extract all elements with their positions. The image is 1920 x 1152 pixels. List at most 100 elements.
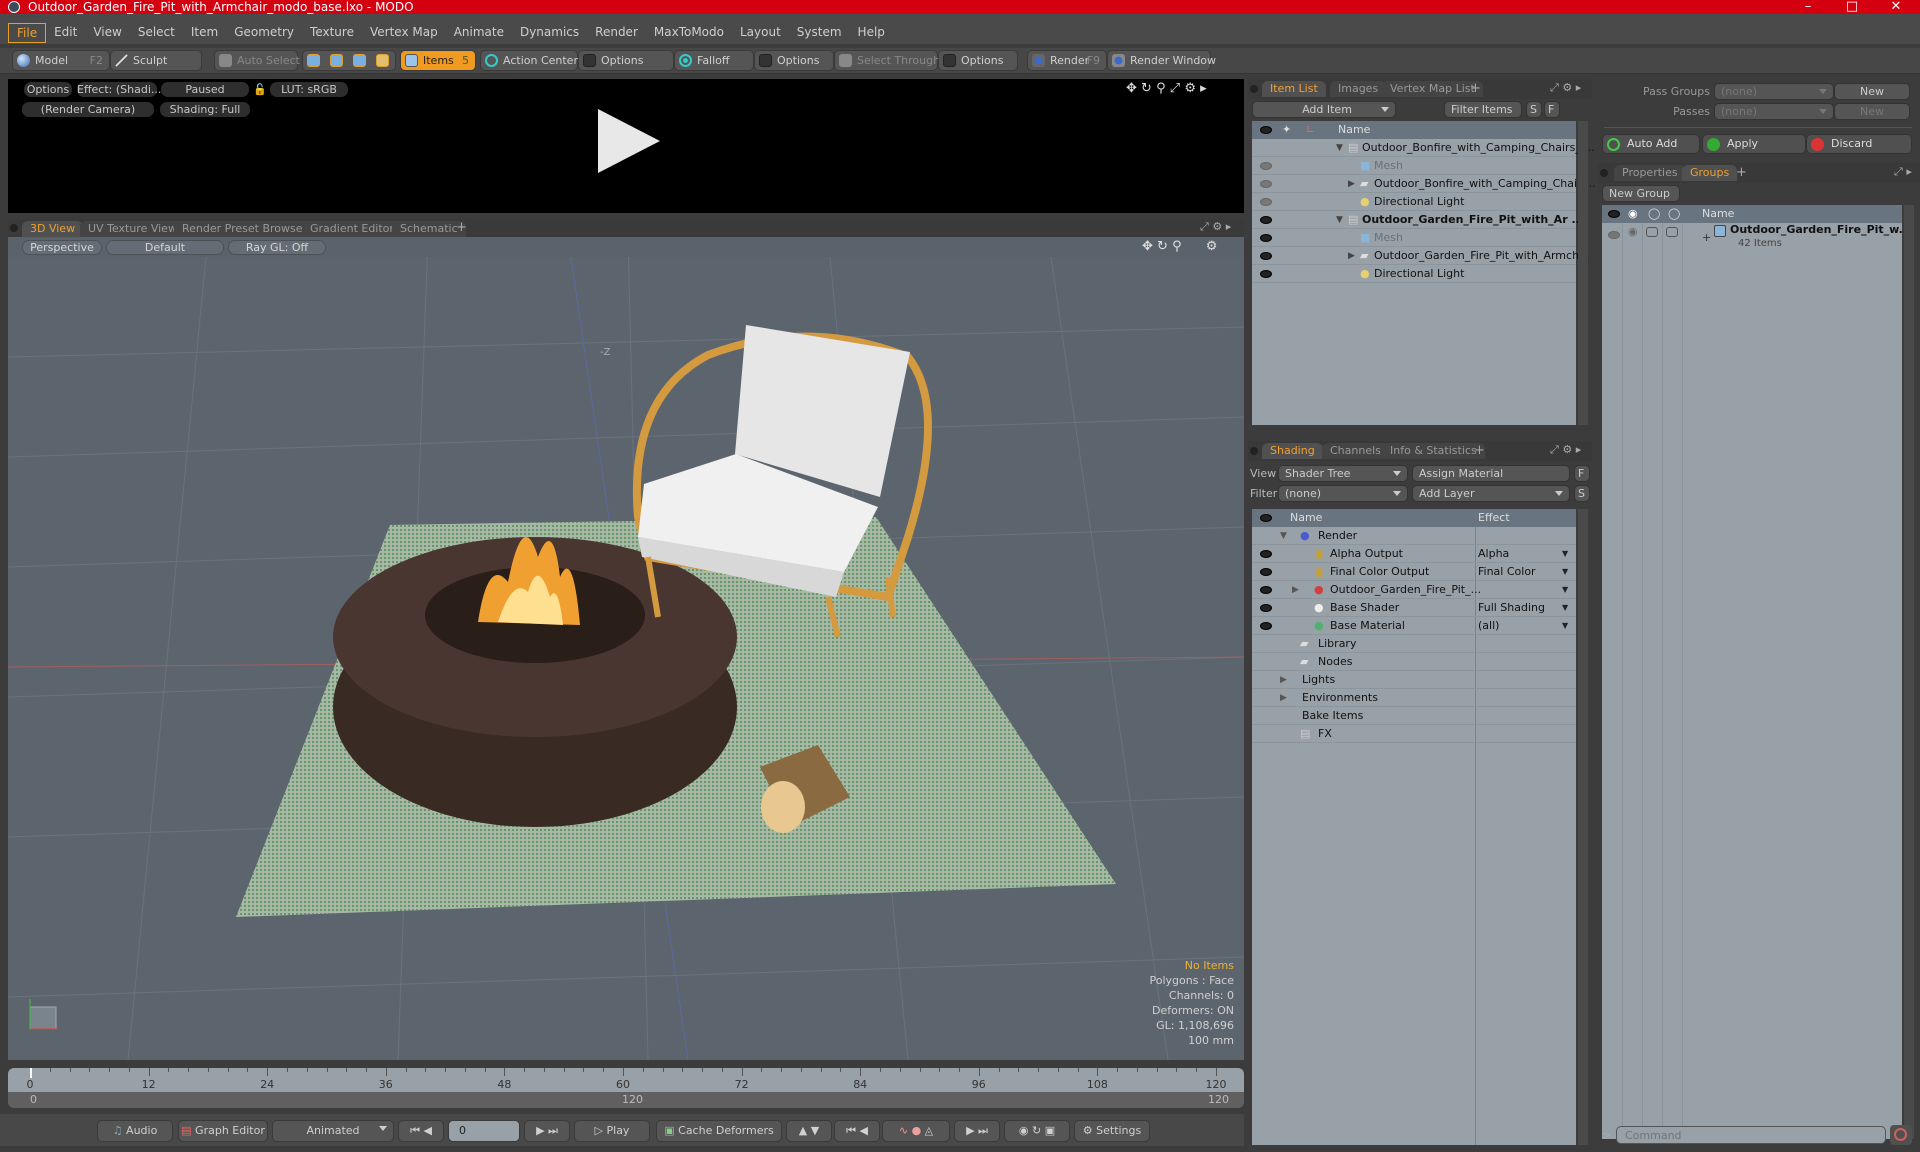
visibility-icon[interactable] <box>1260 162 1272 170</box>
item-list-s-button[interactable]: S <box>1526 101 1542 118</box>
shader-tree-row[interactable]: ▰ Nodes <box>1252 653 1576 671</box>
maximize-button[interactable]: □ <box>1832 0 1872 14</box>
effect-dropdown[interactable]: Full Shading <box>1478 599 1545 617</box>
next-key-icon[interactable]: ▶ <box>536 1124 544 1137</box>
skip-to-end-icon[interactable]: ⏭ <box>548 1124 558 1137</box>
visibility-icon[interactable] <box>1260 198 1272 206</box>
apply-button[interactable]: Apply <box>1702 134 1806 154</box>
lock-column-icon[interactable]: ✦ <box>1282 121 1291 139</box>
polygons-mode-icon[interactable] <box>353 54 366 67</box>
preview-effect-dropdown[interactable]: Effect: (Shadi... <box>77 82 161 97</box>
shader-tree-row[interactable]: ▶ Environments <box>1252 689 1576 707</box>
visibility-icon[interactable] <box>1260 252 1272 260</box>
shader-tree-row[interactable]: ▰ Library <box>1252 635 1576 653</box>
tab-gradient-editor[interactable]: Gradient Editor <box>302 221 402 237</box>
menu-vertex-map[interactable]: Vertex Map <box>362 23 446 43</box>
menu-file[interactable]: File <box>8 23 47 43</box>
shading-dropdown[interactable]: Shading: Full <box>160 102 250 117</box>
new-pass-button[interactable]: New <box>1834 103 1910 120</box>
projection-dropdown[interactable]: Perspective <box>22 240 102 255</box>
materials-mode-icon[interactable] <box>376 54 389 67</box>
axis-column-icon[interactable]: ∟ <box>1306 121 1315 139</box>
visibility-icon[interactable] <box>1260 514 1272 522</box>
visibility-icon[interactable] <box>1260 180 1272 188</box>
menu-maxtomodo[interactable]: MaxToModo <box>646 23 732 43</box>
menu-texture[interactable]: Texture <box>302 23 362 43</box>
menu-edit[interactable]: Edit <box>46 23 85 43</box>
effect-column-header[interactable]: Effect <box>1478 509 1510 527</box>
sculpt-mode-button[interactable]: Sculpt <box>110 50 202 71</box>
shader-tree-row[interactable]: ▣ Final Color Output Final Color ▼ <box>1252 563 1576 581</box>
tab-channels[interactable]: Channels <box>1322 443 1389 459</box>
menu-dynamics[interactable]: Dynamics <box>512 23 587 43</box>
item-list-scrollbar[interactable] <box>1578 121 1588 425</box>
expand-arrow-icon[interactable]: ▶ <box>1280 689 1287 707</box>
play-preview-icon[interactable] <box>598 109 660 173</box>
lock-icon[interactable]: 🔓 <box>253 82 267 97</box>
effect-dropdown[interactable]: (all) <box>1478 617 1499 635</box>
graph-editor-button[interactable]: ▤ Graph Editor <box>178 1120 268 1142</box>
next-key-frame-icon[interactable]: ▶ <box>966 1124 974 1137</box>
action-center-options-button[interactable]: Options <box>578 50 674 71</box>
select-through-button[interactable]: Select Through <box>834 50 940 71</box>
shading-f-button[interactable]: F <box>1574 465 1590 482</box>
visibility-icon[interactable] <box>1260 568 1272 576</box>
preview-status-button[interactable]: Paused <box>161 82 249 97</box>
command-history-button[interactable] <box>1890 1125 1912 1145</box>
item-list-row[interactable]: ▼ ▤ Outdoor_Bonfire_with_Camping_Chairs_ .… <box>1252 139 1595 157</box>
render-column-icon[interactable]: ◉ <box>1628 205 1638 223</box>
tab-uv-texture-view[interactable]: UV Texture View <box>80 221 185 237</box>
expand-arrow-icon[interactable]: ▶ <box>1348 247 1355 265</box>
select-toggle[interactable] <box>1666 227 1678 237</box>
pass-groups-dropdown[interactable]: (none) <box>1714 83 1834 100</box>
shader-tree-row[interactable]: Bake Items <box>1252 707 1576 725</box>
tab-groups[interactable]: Groups <box>1682 165 1738 181</box>
select-through-options-button[interactable]: Options <box>938 50 1018 71</box>
name-column-header[interactable]: Name <box>1338 121 1370 139</box>
item-list-row[interactable]: ■ Mesh <box>1252 157 1576 175</box>
chevron-down-icon[interactable]: ▼ <box>1562 617 1568 635</box>
prev-key-icon[interactable]: ◀ <box>423 1124 431 1137</box>
raygl-dropdown[interactable]: Ray GL: Off <box>228 240 326 255</box>
render-button[interactable]: Render F9 <box>1027 50 1107 71</box>
visibility-icon[interactable] <box>1608 231 1620 239</box>
gear-icon[interactable]: ⚙ <box>1212 220 1222 233</box>
visibility-icon[interactable] <box>1260 126 1272 134</box>
close-button[interactable]: ✕ <box>1876 0 1916 14</box>
add-tab-button[interactable]: + <box>1736 165 1747 180</box>
tab-render-preset-browser[interactable]: Render Preset Browser <box>174 221 316 237</box>
chevron-down-icon[interactable]: ▼ <box>1562 581 1568 599</box>
zoom-icon[interactable]: ⚲ <box>1172 239 1182 254</box>
remove-key-icon[interactable]: ▼ <box>811 1124 819 1137</box>
animated-dropdown[interactable]: Animated <box>272 1120 394 1142</box>
minimize-button[interactable]: – <box>1788 0 1828 14</box>
shader-tree-row[interactable]: ▶ ● Outdoor_Garden_Fire_Pit_... ▼ <box>1252 581 1576 599</box>
expand-arrow-icon[interactable]: ▶ <box>1348 175 1355 193</box>
add-layer-dropdown[interactable]: Add Layer <box>1412 485 1570 502</box>
group-row[interactable]: ◉ + Outdoor_Garden_Fire_Pit_w... 42 Item… <box>1602 223 1911 253</box>
menu-help[interactable]: Help <box>850 23 893 43</box>
pan-icon[interactable]: ✥ <box>1126 81 1137 96</box>
arrow-right-icon[interactable]: ▸ <box>1906 165 1912 178</box>
rotate-icon[interactable]: ↻ <box>1157 239 1168 254</box>
menu-animate[interactable]: Animate <box>446 23 512 43</box>
camera-sync-icon[interactable]: ◉ <box>1019 1124 1029 1137</box>
tab-shading[interactable]: Shading <box>1262 443 1323 459</box>
maximize-icon[interactable]: ⤢ <box>1550 443 1559 456</box>
shader-filter-dropdown[interactable]: (none) <box>1278 485 1408 502</box>
camera-dropdown[interactable]: (Render Camera) <box>22 102 154 117</box>
tab-properties[interactable]: Properties <box>1614 165 1686 181</box>
last-key-icon[interactable]: ⏭ <box>978 1124 988 1137</box>
settings-button[interactable]: ⚙ Settings <box>1074 1120 1150 1142</box>
visibility-icon[interactable] <box>1260 234 1272 242</box>
gear-icon[interactable]: ⚙ <box>1562 81 1572 94</box>
record-icon[interactable]: ● <box>912 1124 922 1137</box>
discard-button[interactable]: Discard <box>1806 134 1912 154</box>
maximize-icon[interactable]: ⤢ <box>1894 165 1903 178</box>
arrow-right-icon[interactable]: ▸ <box>1576 81 1582 94</box>
name-column-header[interactable]: Name <box>1290 509 1322 527</box>
shading-s-button[interactable]: S <box>1574 485 1590 502</box>
add-tab-button[interactable]: + <box>1474 443 1485 458</box>
tab-vertex-map-list[interactable]: Vertex Map List <box>1382 81 1483 97</box>
item-list-row[interactable]: ● Directional Light <box>1252 193 1576 211</box>
